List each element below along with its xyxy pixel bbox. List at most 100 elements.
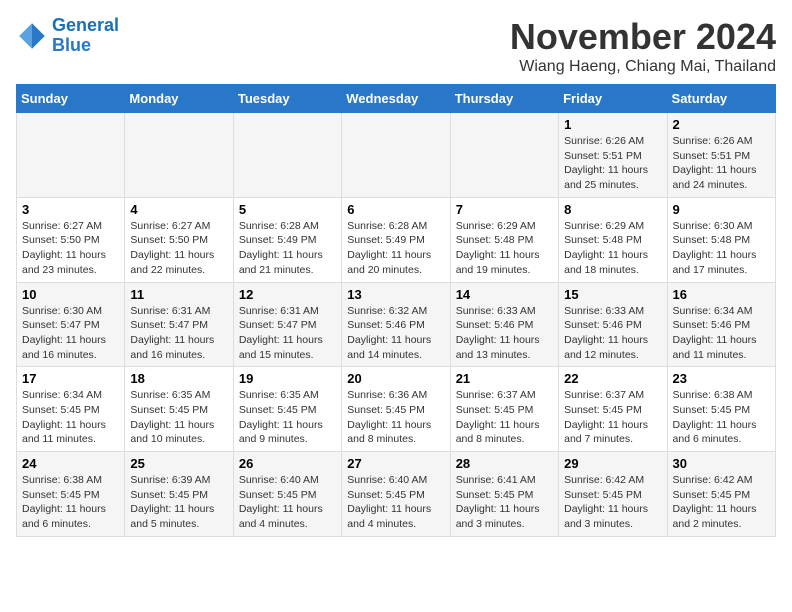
calendar-cell: 25 Sunrise: 6:39 AMSunset: 5:45 PMDayligh… — [125, 452, 233, 537]
calendar-cell: 2 Sunrise: 6:26 AMSunset: 5:51 PMDaylight… — [667, 113, 775, 198]
cell-details: Sunrise: 6:33 AMSunset: 5:46 PMDaylight:… — [564, 304, 661, 363]
weekday-header: Sunday — [17, 85, 125, 113]
cell-details: Sunrise: 6:38 AMSunset: 5:45 PMDaylight:… — [22, 473, 119, 532]
cell-details: Sunrise: 6:32 AMSunset: 5:46 PMDaylight:… — [347, 304, 444, 363]
title-area: November 2024 Wiang Haeng, Chiang Mai, T… — [510, 16, 776, 76]
day-number: 24 — [22, 456, 119, 471]
day-number: 6 — [347, 202, 444, 217]
cell-details: Sunrise: 6:30 AMSunset: 5:48 PMDaylight:… — [673, 219, 770, 278]
day-number: 1 — [564, 117, 661, 132]
calendar-cell: 3Sunrise: 6:27 AMSunset: 5:50 PMDaylight… — [17, 197, 125, 282]
calendar-cell — [233, 113, 341, 198]
cell-details: Sunrise: 6:31 AMSunset: 5:47 PMDaylight:… — [239, 304, 336, 363]
calendar-cell: 16 Sunrise: 6:34 AMSunset: 5:46 PMDayligh… — [667, 282, 775, 367]
calendar-cell: 1 Sunrise: 6:26 AMSunset: 5:51 PMDaylight… — [559, 113, 667, 198]
day-number: 14 — [456, 287, 553, 302]
weekday-header: Monday — [125, 85, 233, 113]
day-number: 10 — [22, 287, 119, 302]
calendar-cell: 14 Sunrise: 6:33 AMSunset: 5:46 PMDayligh… — [450, 282, 558, 367]
day-number: 7 — [456, 202, 553, 217]
calendar-week-row: 17 Sunrise: 6:34 AMSunset: 5:45 PMDayligh… — [17, 367, 776, 452]
day-number: 13 — [347, 287, 444, 302]
calendar-cell: 23 Sunrise: 6:38 AMSunset: 5:45 PMDayligh… — [667, 367, 775, 452]
calendar-week-row: 10 Sunrise: 6:30 AMSunset: 5:47 PMDayligh… — [17, 282, 776, 367]
cell-details: Sunrise: 6:28 AMSunset: 5:49 PMDaylight:… — [239, 219, 336, 278]
calendar-cell — [342, 113, 450, 198]
day-number: 26 — [239, 456, 336, 471]
day-number: 27 — [347, 456, 444, 471]
location-subtitle: Wiang Haeng, Chiang Mai, Thailand — [510, 58, 776, 76]
weekday-header: Tuesday — [233, 85, 341, 113]
cell-details: Sunrise: 6:29 AMSunset: 5:48 PMDaylight:… — [456, 219, 553, 278]
day-number: 3 — [22, 202, 119, 217]
logo-line2: Blue — [52, 36, 119, 56]
cell-details: Sunrise: 6:34 AMSunset: 5:45 PMDaylight:… — [22, 388, 119, 447]
cell-details: Sunrise: 6:42 AMSunset: 5:45 PMDaylight:… — [673, 473, 770, 532]
day-number: 20 — [347, 371, 444, 386]
day-number: 4 — [130, 202, 227, 217]
cell-details: Sunrise: 6:41 AMSunset: 5:45 PMDaylight:… — [456, 473, 553, 532]
calendar-cell: 4 Sunrise: 6:27 AMSunset: 5:50 PMDaylight… — [125, 197, 233, 282]
cell-details: Sunrise: 6:38 AMSunset: 5:45 PMDaylight:… — [673, 388, 770, 447]
day-number: 15 — [564, 287, 661, 302]
calendar-cell: 11 Sunrise: 6:31 AMSunset: 5:47 PMDayligh… — [125, 282, 233, 367]
cell-details: Sunrise: 6:37 AMSunset: 5:45 PMDaylight:… — [564, 388, 661, 447]
calendar-cell: 21Sunrise: 6:37 AMSunset: 5:45 PMDayligh… — [450, 367, 558, 452]
day-number: 18 — [130, 371, 227, 386]
calendar-cell — [17, 113, 125, 198]
calendar-table: SundayMondayTuesdayWednesdayThursdayFrid… — [16, 84, 776, 537]
cell-details: Sunrise: 6:33 AMSunset: 5:46 PMDaylight:… — [456, 304, 553, 363]
calendar-cell: 29 Sunrise: 6:42 AMSunset: 5:45 PMDayligh… — [559, 452, 667, 537]
day-number: 23 — [673, 371, 770, 386]
logo: General Blue — [16, 16, 119, 56]
day-number: 12 — [239, 287, 336, 302]
cell-details: Sunrise: 6:34 AMSunset: 5:46 PMDaylight:… — [673, 304, 770, 363]
month-title: November 2024 — [510, 16, 776, 58]
cell-details: Sunrise: 6:29 AMSunset: 5:48 PMDaylight:… — [564, 219, 661, 278]
day-number: 2 — [673, 117, 770, 132]
day-number: 9 — [673, 202, 770, 217]
cell-details: Sunrise: 6:28 AMSunset: 5:49 PMDaylight:… — [347, 219, 444, 278]
cell-details: Sunrise: 6:40 AMSunset: 5:45 PMDaylight:… — [239, 473, 336, 532]
calendar-week-row: 1 Sunrise: 6:26 AMSunset: 5:51 PMDaylight… — [17, 113, 776, 198]
day-number: 16 — [673, 287, 770, 302]
calendar-cell: 22Sunrise: 6:37 AMSunset: 5:45 PMDayligh… — [559, 367, 667, 452]
weekday-header: Thursday — [450, 85, 558, 113]
cell-details: Sunrise: 6:26 AMSunset: 5:51 PMDaylight:… — [564, 134, 661, 193]
calendar-cell: 20 Sunrise: 6:36 AMSunset: 5:45 PMDayligh… — [342, 367, 450, 452]
calendar-cell: 17 Sunrise: 6:34 AMSunset: 5:45 PMDayligh… — [17, 367, 125, 452]
calendar-week-row: 24 Sunrise: 6:38 AMSunset: 5:45 PMDayligh… — [17, 452, 776, 537]
calendar-cell: 30Sunrise: 6:42 AMSunset: 5:45 PMDayligh… — [667, 452, 775, 537]
day-number: 25 — [130, 456, 227, 471]
cell-details: Sunrise: 6:42 AMSunset: 5:45 PMDaylight:… — [564, 473, 661, 532]
cell-details: Sunrise: 6:27 AMSunset: 5:50 PMDaylight:… — [130, 219, 227, 278]
cell-details: Sunrise: 6:30 AMSunset: 5:47 PMDaylight:… — [22, 304, 119, 363]
calendar-cell: 12 Sunrise: 6:31 AMSunset: 5:47 PMDayligh… — [233, 282, 341, 367]
cell-details: Sunrise: 6:35 AMSunset: 5:45 PMDaylight:… — [130, 388, 227, 447]
calendar-cell: 18 Sunrise: 6:35 AMSunset: 5:45 PMDayligh… — [125, 367, 233, 452]
weekday-header: Friday — [559, 85, 667, 113]
cell-details: Sunrise: 6:39 AMSunset: 5:45 PMDaylight:… — [130, 473, 227, 532]
calendar-cell: 13 Sunrise: 6:32 AMSunset: 5:46 PMDayligh… — [342, 282, 450, 367]
calendar-cell: 15 Sunrise: 6:33 AMSunset: 5:46 PMDayligh… — [559, 282, 667, 367]
weekday-header: Saturday — [667, 85, 775, 113]
cell-details: Sunrise: 6:35 AMSunset: 5:45 PMDaylight:… — [239, 388, 336, 447]
day-number: 17 — [22, 371, 119, 386]
day-number: 28 — [456, 456, 553, 471]
calendar-cell: 28 Sunrise: 6:41 AMSunset: 5:45 PMDayligh… — [450, 452, 558, 537]
cell-details: Sunrise: 6:37 AMSunset: 5:45 PMDaylight:… — [456, 388, 553, 447]
calendar-cell: 27Sunrise: 6:40 AMSunset: 5:45 PMDayligh… — [342, 452, 450, 537]
day-number: 8 — [564, 202, 661, 217]
calendar-cell: 19 Sunrise: 6:35 AMSunset: 5:45 PMDayligh… — [233, 367, 341, 452]
calendar-cell: 10 Sunrise: 6:30 AMSunset: 5:47 PMDayligh… — [17, 282, 125, 367]
day-number: 19 — [239, 371, 336, 386]
calendar-cell — [450, 113, 558, 198]
day-number: 11 — [130, 287, 227, 302]
day-number: 5 — [239, 202, 336, 217]
cell-details: Sunrise: 6:26 AMSunset: 5:51 PMDaylight:… — [673, 134, 770, 193]
day-number: 29 — [564, 456, 661, 471]
calendar-cell: 6 Sunrise: 6:28 AMSunset: 5:49 PMDaylight… — [342, 197, 450, 282]
calendar-cell: 8 Sunrise: 6:29 AMSunset: 5:48 PMDaylight… — [559, 197, 667, 282]
cell-details: Sunrise: 6:31 AMSunset: 5:47 PMDaylight:… — [130, 304, 227, 363]
cell-details: Sunrise: 6:36 AMSunset: 5:45 PMDaylight:… — [347, 388, 444, 447]
